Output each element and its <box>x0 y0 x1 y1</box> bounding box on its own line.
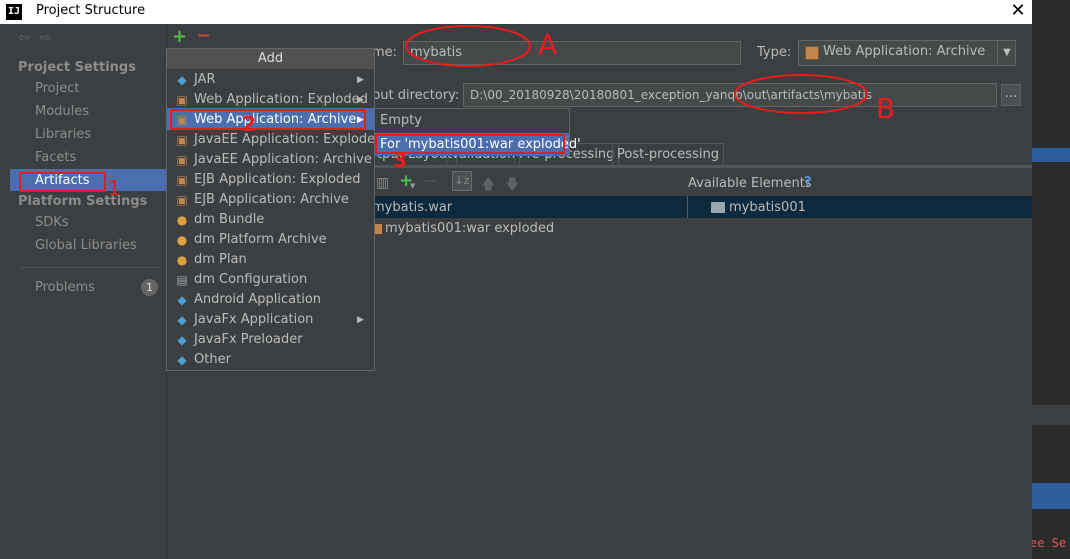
annotation-layer <box>405 25 868 114</box>
annotation-label-2: 2 <box>242 112 256 136</box>
annotation-label-1: 1 <box>108 176 121 200</box>
annotation-ellipse-b <box>734 74 868 114</box>
annotation-label-b: B <box>876 92 896 125</box>
annotation-label-a: A <box>538 28 558 61</box>
annotation-ellipse-a <box>405 25 531 67</box>
annotation-label-3: 3 <box>393 148 407 172</box>
